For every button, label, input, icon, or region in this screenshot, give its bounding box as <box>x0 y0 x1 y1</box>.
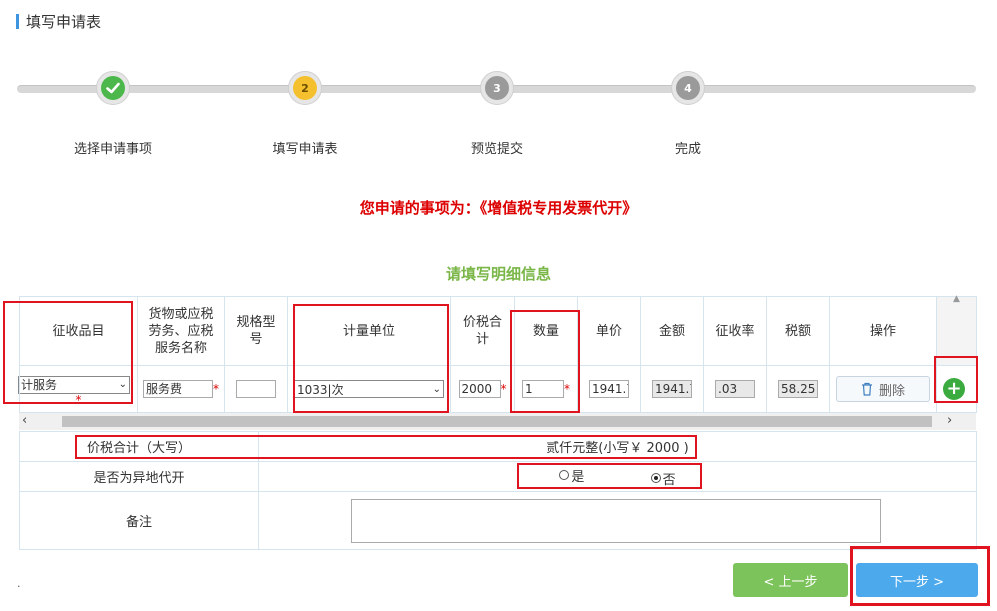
footer-mark: . <box>17 577 21 590</box>
header-unit-price: 单价 <box>577 296 641 366</box>
summary-row-remote: 是否为异地代开 是 否 <box>19 461 977 492</box>
highlight-add <box>934 356 978 403</box>
remote-label: 是否为异地代开 <box>19 461 259 492</box>
header-tax: 税额 <box>766 296 830 366</box>
step-2-circle: 2 <box>288 71 322 105</box>
highlight-qty <box>510 310 580 413</box>
spec-input[interactable] <box>236 380 276 398</box>
step-1-circle <box>96 71 130 105</box>
table-header-row: 征收品目 货物或应税劳务、应税服务名称 规格型号 计量单位 价税合计 数量 单价… <box>19 294 977 366</box>
amount-field: 1941.7 <box>652 380 692 398</box>
required-mark: * <box>500 382 507 396</box>
step-2-number: 2 <box>293 76 317 100</box>
header-goods: 货物或应税劳务、应税服务名称 <box>137 296 225 366</box>
detail-table: 征收品目 货物或应税劳务、应税服务名称 规格型号 计量单位 价税合计 数量 单价… <box>18 294 977 413</box>
remark-textarea[interactable] <box>351 498 881 543</box>
cell-ops: 删除 <box>829 365 937 413</box>
header-amount: 金额 <box>640 296 704 366</box>
cell-spec <box>224 365 288 413</box>
delete-button[interactable]: 删除 <box>836 376 930 402</box>
cell-rate: .03 <box>703 365 767 413</box>
goods-input[interactable]: 服务费 <box>143 380 213 398</box>
title-accent-bar <box>16 14 19 29</box>
summary-row-remark: 备注 <box>19 491 977 550</box>
prev-button[interactable]: < 上一步 <box>733 563 848 597</box>
highlight-item <box>3 301 133 404</box>
header-rate: 征收率 <box>703 296 767 366</box>
unit-price-input[interactable]: 1941.7 <box>589 380 629 398</box>
step-4-label: 完成 <box>674 142 701 157</box>
step-4-number: 4 <box>676 76 700 100</box>
step-2-label: 填写申请表 <box>272 142 338 157</box>
cell-goods: 服务费 * <box>137 365 225 413</box>
page-title: 填写申请表 <box>26 13 102 31</box>
highlight-unit <box>293 304 449 413</box>
highlight-total <box>75 435 697 459</box>
cell-amount: 1941.7 <box>640 365 704 413</box>
step-3-circle: 3 <box>480 71 514 105</box>
hscroll-thumb[interactable] <box>62 416 932 427</box>
header-goods-text: 货物或应税劳务、应税服务名称 <box>148 306 214 356</box>
header-ops: 操作 <box>829 296 937 366</box>
application-notice: 您申请的事项为：《增值税专用发票代开》 <box>359 199 638 217</box>
step-3-number: 3 <box>485 76 509 100</box>
scroll-left-arrow-icon[interactable]: ‹ <box>22 413 27 428</box>
cell-tax: 58.25 <box>766 365 830 413</box>
remark-cell <box>258 491 977 550</box>
rate-field: .03 <box>715 380 755 398</box>
detail-section-title: 请填写明细信息 <box>445 265 551 283</box>
tax-field: 58.25 <box>778 380 818 398</box>
cell-price-total: 2000 * <box>450 365 515 413</box>
required-mark: * <box>213 382 219 396</box>
cell-unit-price: 1941.7 <box>577 365 641 413</box>
table-row: 计服务 ⌄ * 服务费 * 1033|次 ⌄ 2000 * 1 * 1941. … <box>18 365 977 413</box>
header-price-total-text: 价税合计 <box>463 315 503 347</box>
header-price-total: 价税合计 <box>450 296 515 366</box>
trash-icon <box>861 382 872 396</box>
delete-label: 删除 <box>878 383 905 399</box>
step-4-circle: 4 <box>671 71 705 105</box>
highlight-next <box>850 546 990 606</box>
header-spec: 规格型号 <box>224 296 288 366</box>
checkmark-icon <box>101 76 125 100</box>
highlight-remote <box>517 463 702 489</box>
step-1-label: 选择申请事项 <box>73 142 152 157</box>
price-total-input[interactable]: 2000 <box>458 380 501 398</box>
header-spec-text: 规格型号 <box>236 315 276 347</box>
step-3-label: 预览提交 <box>470 142 523 157</box>
scroll-right-arrow-icon[interactable]: › <box>947 413 952 428</box>
remark-label: 备注 <box>19 491 259 550</box>
